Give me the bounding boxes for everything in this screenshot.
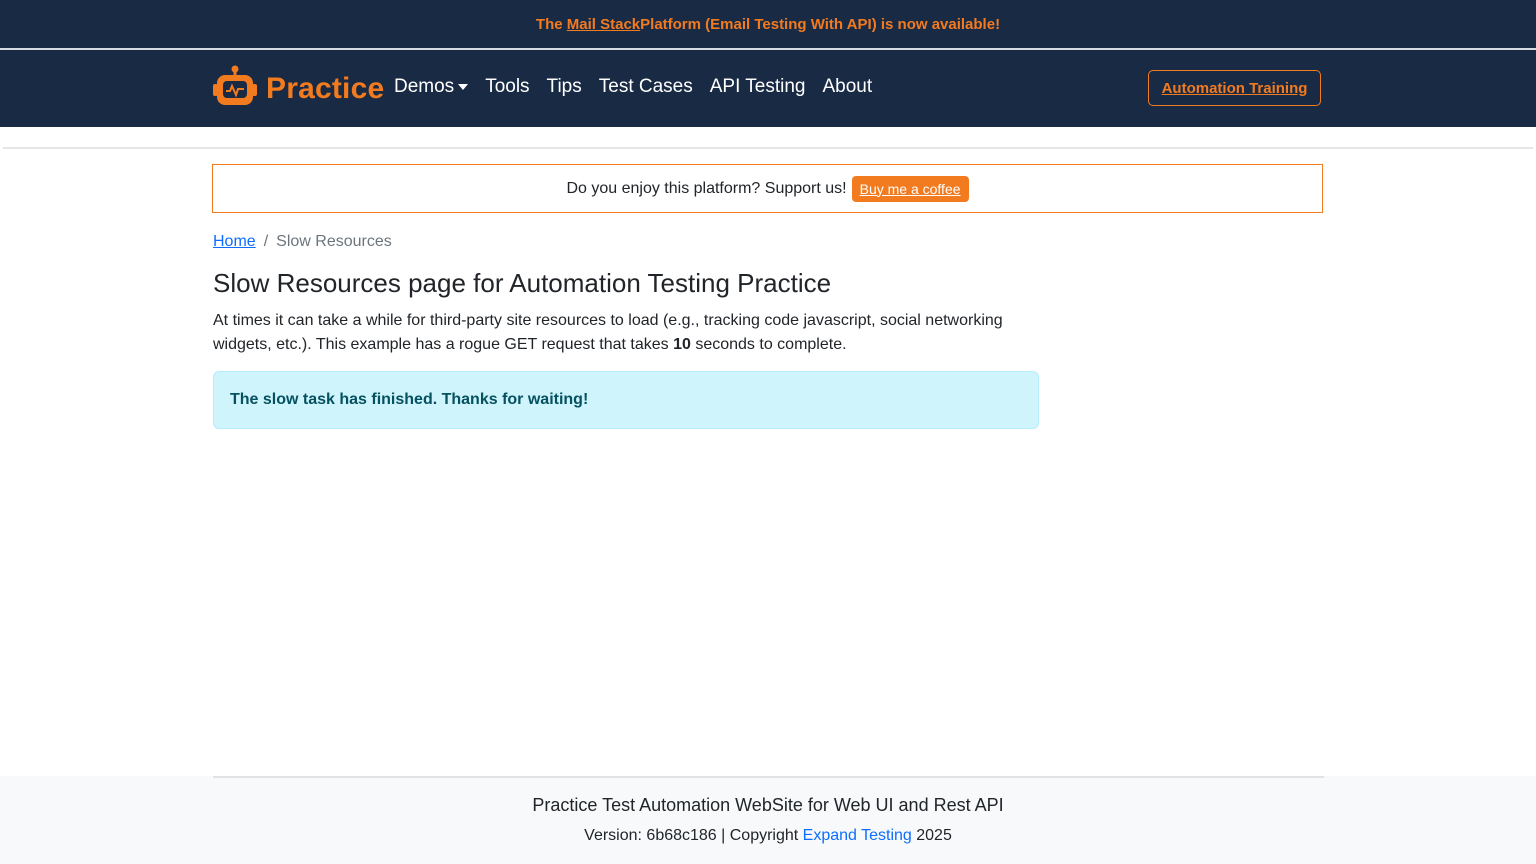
nav-item-tools[interactable]: Tools: [485, 76, 529, 98]
support-box: Do you enjoy this platform? Support us! …: [212, 164, 1323, 213]
footer-title: Practice Test Automation WebSite for Web…: [532, 795, 1004, 815]
brand-link[interactable]: Practice: [212, 65, 385, 114]
nav-item-test-cases[interactable]: Test Cases: [599, 76, 693, 98]
description-seconds: 10: [673, 336, 691, 353]
announcement-banner: The Mail Stack Platform (Email Testing W…: [0, 0, 1536, 50]
nav-links: Demos Tools Tips Test Cases API Testing …: [394, 76, 889, 98]
nav-item-api-testing[interactable]: API Testing: [710, 76, 806, 98]
breadcrumb-separator: /: [263, 233, 269, 250]
nav-item-demos-label: Demos: [394, 76, 455, 97]
support-text: Do you enjoy this platform? Support us!: [566, 179, 847, 197]
banner-suffix: Platform (Email Testing With API) is now…: [640, 15, 1001, 33]
nav-item-tips[interactable]: Tips: [547, 76, 582, 98]
footer-divider: [213, 776, 1324, 778]
breadcrumb-home[interactable]: Home: [213, 233, 256, 251]
footer-version: Version: 6b68c186 | Copyright Expand Tes…: [0, 827, 1536, 845]
footer-expand-testing-link[interactable]: Expand Testing: [803, 827, 912, 844]
description-text-start: At times it can take a while for third-p…: [213, 312, 1003, 353]
buy-coffee-button[interactable]: Buy me a coffee: [851, 175, 969, 202]
nav-item-about[interactable]: About: [823, 76, 873, 98]
divider: [3, 147, 1533, 149]
banner-link-mail-stack[interactable]: Mail Stack: [567, 16, 640, 33]
description-text-end: seconds to complete.: [690, 336, 847, 353]
automation-training-button[interactable]: Automation Training: [1148, 70, 1321, 106]
page-description: At times it can take a while for third-p…: [213, 309, 1033, 357]
main-navbar: Practice Demos Tools Tips Test Cases API…: [0, 50, 1536, 127]
breadcrumb-current: Slow Resources: [276, 233, 392, 250]
breadcrumb: Home / Slow Resources: [213, 233, 392, 251]
page-title: Slow Resources page for Automation Testi…: [213, 268, 832, 298]
footer-year: 2025: [911, 827, 952, 844]
banner-prefix: The: [535, 15, 563, 33]
robot-icon: [212, 65, 258, 114]
nav-item-demos[interactable]: Demos: [394, 76, 469, 98]
footer: Practice Test Automation WebSite for Web…: [0, 776, 1536, 864]
caret-down-icon: [458, 84, 469, 90]
slow-task-alert: The slow task has finished. Thanks for w…: [213, 371, 1039, 429]
footer-version-text: Version: 6b68c186 | Copyright: [584, 827, 803, 844]
brand-name: Practice: [266, 72, 385, 105]
